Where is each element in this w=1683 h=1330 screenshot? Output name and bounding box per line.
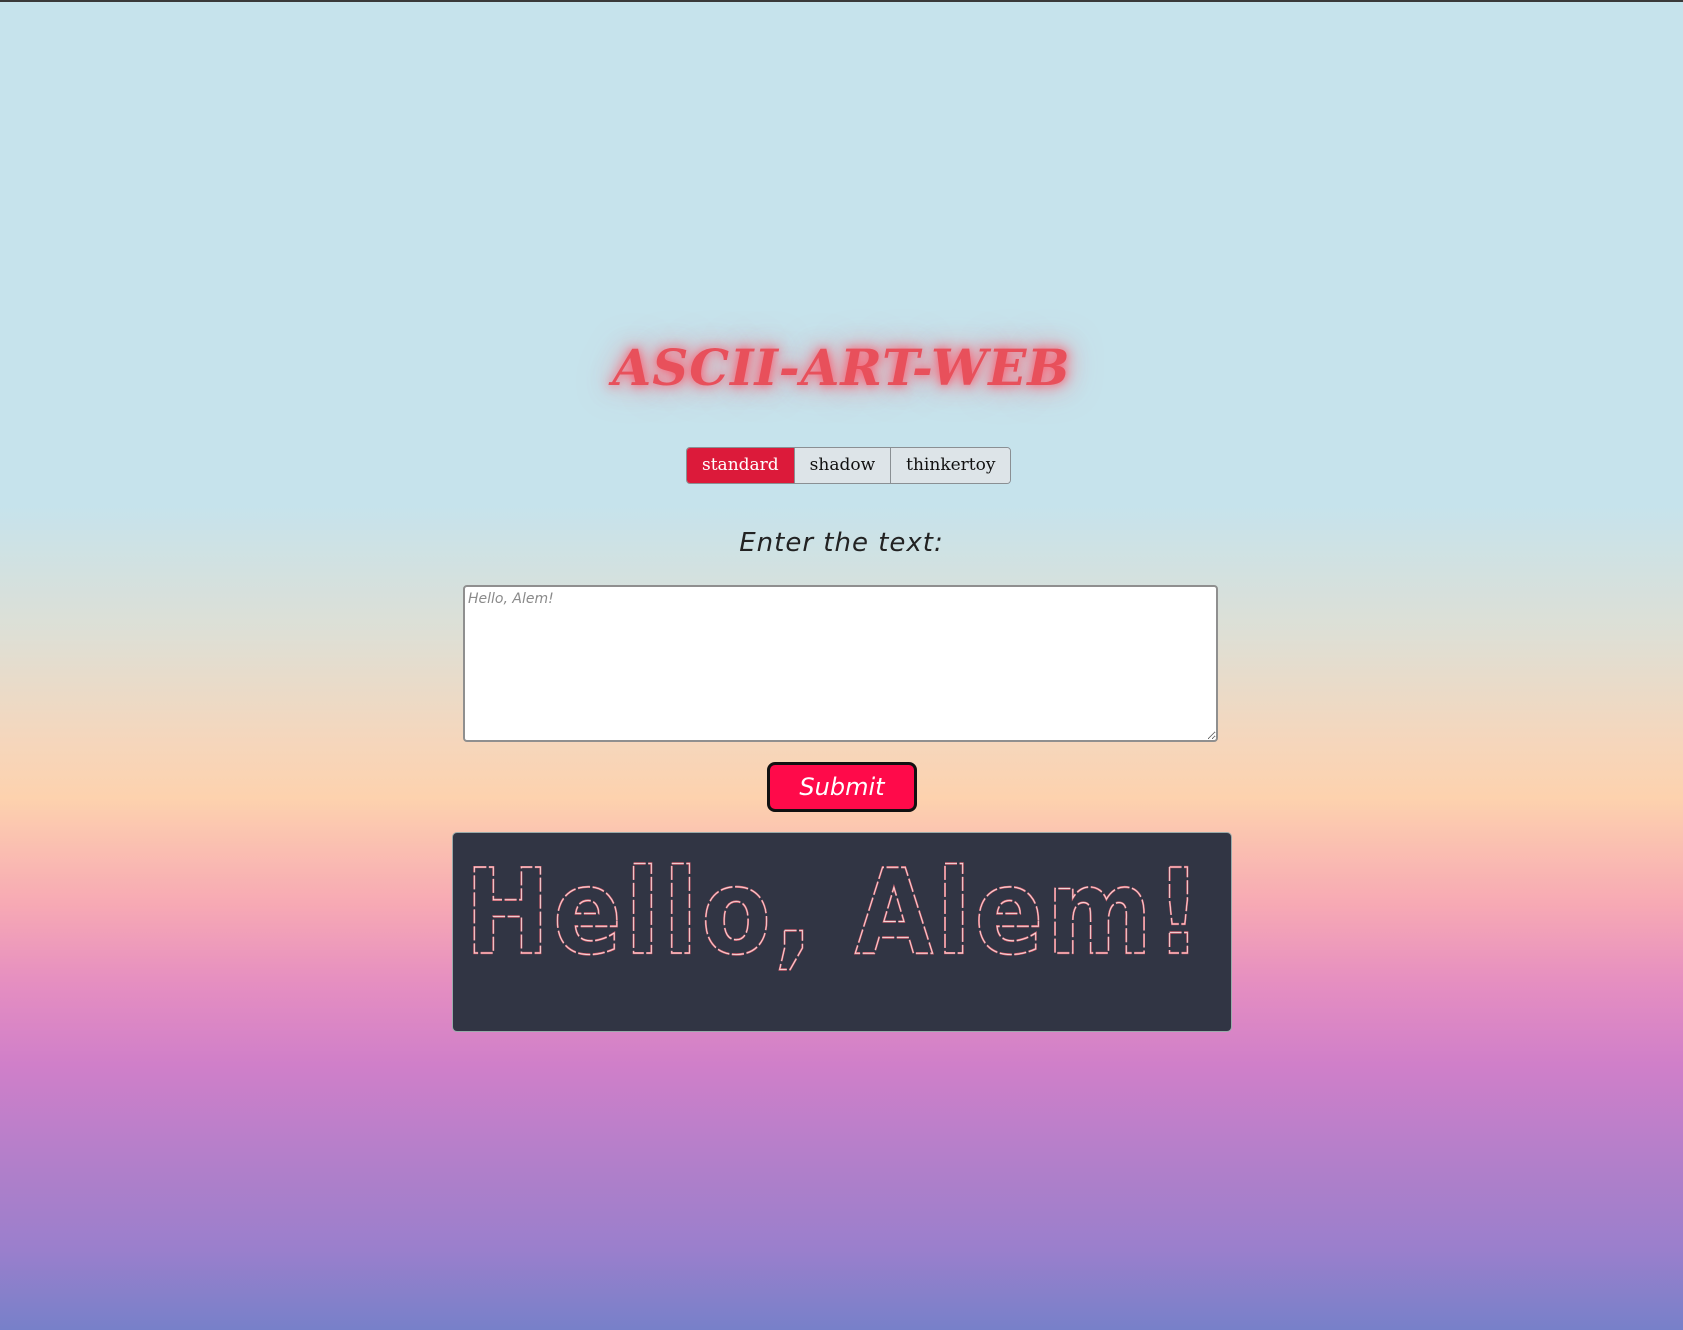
- window-top-border: [0, 0, 1683, 2]
- page-title: ASCII-ART-WEB: [612, 338, 1071, 397]
- banner-option-standard[interactable]: standard: [687, 448, 794, 483]
- submit-button[interactable]: Submit: [767, 762, 917, 812]
- ascii-output-panel: Hello, Alem! Hello, Alem!: [452, 832, 1232, 1032]
- ascii-output-art: Hello, Alem! Hello, Alem!: [464, 842, 1205, 982]
- banner-option-thinkertoy[interactable]: thinkertoy: [890, 448, 1011, 483]
- banner-selector: standard shadow thinkertoy: [686, 447, 1012, 484]
- text-input[interactable]: [463, 585, 1218, 742]
- banner-option-shadow[interactable]: shadow: [793, 448, 891, 483]
- input-prompt-label: Enter the text:: [739, 528, 944, 558]
- ascii-output-text-highlight: Hello, Alem!: [465, 843, 1205, 981]
